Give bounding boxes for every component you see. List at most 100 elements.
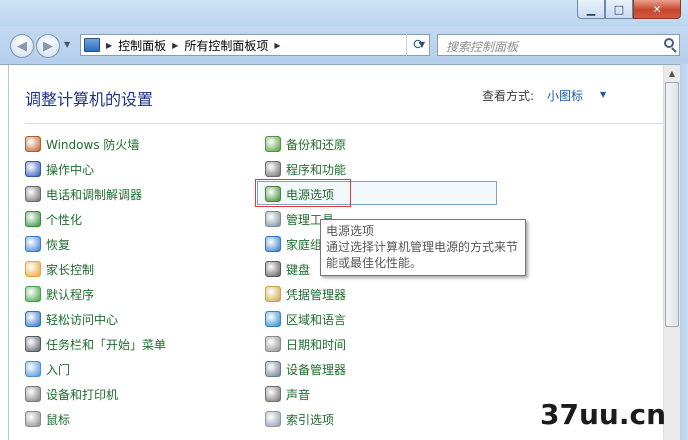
breadcrumb-chevron-icon[interactable]: ▶ xyxy=(172,41,178,50)
power-options-icon xyxy=(265,186,281,202)
control-panel-item[interactable]: 备份和还原 xyxy=(265,134,346,154)
taskbar-icon xyxy=(25,336,41,352)
control-panel-item[interactable]: 凭据管理器 xyxy=(265,284,346,304)
chevron-down-icon[interactable]: ▼ xyxy=(600,90,606,99)
control-panel-item[interactable]: 区域和语言 xyxy=(265,309,346,329)
clock-icon xyxy=(265,336,281,352)
address-bar[interactable]: ▶ 控制面板 ▶ 所有控制面板项 ▶ ▼ xyxy=(80,34,430,56)
control-panel-item[interactable]: 轻松访问中心 xyxy=(25,309,118,329)
back-arrow-icon: ◀ xyxy=(17,38,27,54)
region-icon xyxy=(265,311,281,327)
control-panel-item-label: 电话和调制解调器 xyxy=(46,187,143,202)
minimize-button[interactable]: ▁ xyxy=(577,0,605,19)
control-panel-item-label: 恢复 xyxy=(46,237,71,252)
control-panel-item[interactable]: 默认程序 xyxy=(25,284,94,304)
close-button[interactable]: ✕ xyxy=(633,0,681,19)
programs-icon xyxy=(265,161,281,177)
control-panel-item[interactable]: 键盘 xyxy=(265,259,310,279)
admin-tools-icon xyxy=(265,211,281,227)
control-panel-item[interactable]: 声音 xyxy=(265,384,310,404)
control-panel-item-label: 日期和时间 xyxy=(286,337,347,352)
control-panel-item-label: Windows 防火墙 xyxy=(46,137,140,152)
control-panel-item-label: 家长控制 xyxy=(46,262,95,277)
default-programs-icon xyxy=(25,286,41,302)
search-input[interactable]: 搜索控制面板 xyxy=(437,34,680,56)
refresh-icon: ⟳ xyxy=(413,37,425,53)
control-panel-item[interactable]: Windows 防火墙 xyxy=(25,134,139,154)
control-panel-item[interactable]: 家庭组 xyxy=(265,234,322,254)
title-bar: ▁ □ ✕ xyxy=(0,0,688,26)
tooltip-line-1: 通过选择计算机管理电源的方式来节 xyxy=(326,240,519,254)
control-panel-item-label: 家庭组 xyxy=(286,237,323,252)
breadcrumb-control-panel[interactable]: 控制面板 xyxy=(118,37,166,54)
view-by-dropdown[interactable]: 小图标 xyxy=(547,87,583,104)
breadcrumb-all-items[interactable]: 所有控制面板项 xyxy=(184,37,268,54)
refresh-button[interactable]: ⟳ xyxy=(406,34,431,56)
maximize-button[interactable]: □ xyxy=(605,0,633,19)
control-panel-item-label: 程序和功能 xyxy=(286,162,347,177)
control-panel-item-label: 鼠标 xyxy=(46,412,71,427)
phone-modem-icon xyxy=(25,186,41,202)
control-panel-item[interactable]: 操作中心 xyxy=(25,159,94,179)
sound-icon xyxy=(265,386,281,402)
tooltip: 电源选项 通过选择计算机管理电源的方式来节 能或最佳化性能。 xyxy=(320,219,526,276)
printer-icon xyxy=(25,386,41,402)
scroll-thumb[interactable] xyxy=(665,82,679,327)
control-panel-item[interactable]: 设备和打印机 xyxy=(25,384,118,404)
control-panel-item[interactable]: 索引选项 xyxy=(265,409,334,429)
keyboard-icon xyxy=(265,261,281,277)
control-panel-item-label: 轻松访问中心 xyxy=(46,312,119,327)
control-panel-item[interactable]: 设备管理器 xyxy=(265,359,346,379)
forward-button[interactable]: ▶ xyxy=(36,34,60,58)
back-button[interactable]: ◀ xyxy=(10,34,34,58)
control-panel-item-label: 设备和打印机 xyxy=(46,387,119,402)
ease-of-access-icon xyxy=(25,311,41,327)
control-panel-item[interactable]: 恢复 xyxy=(25,234,70,254)
control-panel-item-label: 键盘 xyxy=(286,262,311,277)
control-panel-item[interactable]: 日期和时间 xyxy=(265,334,346,354)
control-panel-item-label: 区域和语言 xyxy=(286,312,347,327)
control-panel-item[interactable]: 程序和功能 xyxy=(265,159,346,179)
control-panel-item-label: 默认程序 xyxy=(46,287,95,302)
navigation-bar: ◀ ▶ ▼ ▶ 控制面板 ▶ 所有控制面板项 ▶ ▼ ⟳ 搜索控制面板 xyxy=(0,26,688,65)
credential-icon xyxy=(265,286,281,302)
tooltip-line-2: 能或最佳化性能。 xyxy=(326,256,423,270)
control-panel-item[interactable]: 电源选项 xyxy=(265,184,334,204)
control-panel-item-label: 凭据管理器 xyxy=(286,287,347,302)
control-panel-item[interactable]: 鼠标 xyxy=(25,409,70,429)
breadcrumb-chevron-icon[interactable]: ▶ xyxy=(106,41,112,50)
control-panel-item[interactable]: 入门 xyxy=(25,359,70,379)
search-icon[interactable] xyxy=(664,38,674,48)
control-panel-item-label: 入门 xyxy=(46,362,71,377)
forward-arrow-icon: ▶ xyxy=(43,38,53,54)
recent-pages-dropdown-icon[interactable]: ▼ xyxy=(64,40,70,49)
window-frame-right xyxy=(680,64,688,440)
vertical-scrollbar[interactable]: ▲ xyxy=(663,65,680,440)
control-panel-item-label: 电源选项 xyxy=(286,187,335,202)
scroll-up-button[interactable]: ▲ xyxy=(664,65,680,82)
control-panel-item-label: 索引选项 xyxy=(286,412,335,427)
control-panel-item[interactable]: 任务栏和「开始」菜单 xyxy=(25,334,166,354)
getting-started-icon xyxy=(25,361,41,377)
control-panel-item-label: 操作中心 xyxy=(46,162,95,177)
control-panel-item-label: 设备管理器 xyxy=(286,362,347,377)
control-panel-item-label: 声音 xyxy=(286,387,311,402)
flag-icon xyxy=(25,161,41,177)
control-panel-item[interactable]: 电话和调制解调器 xyxy=(25,184,142,204)
homegroup-icon xyxy=(265,236,281,252)
recovery-icon xyxy=(25,236,41,252)
breadcrumb-chevron-icon[interactable]: ▶ xyxy=(274,41,280,50)
control-panel-item-label: 任务栏和「开始」菜单 xyxy=(46,337,167,352)
view-by-label: 查看方式: xyxy=(482,89,535,103)
header-divider xyxy=(25,123,665,124)
control-panel-item[interactable]: 家长控制 xyxy=(25,259,94,279)
backup-icon xyxy=(265,136,281,152)
watermark: 37uu.cn xyxy=(540,398,666,431)
index-icon xyxy=(265,411,281,427)
content-pane: 调整计算机的设置 查看方式: 小图标 ▼ Windows 防火墙 操作中心 电话和调… xyxy=(8,65,681,440)
minimize-icon: ▁ xyxy=(586,2,596,16)
control-panel-item[interactable]: 个性化 xyxy=(25,209,82,229)
maximize-icon: □ xyxy=(613,2,625,16)
firewall-icon xyxy=(25,136,41,152)
control-panel-item-label: 个性化 xyxy=(46,212,83,227)
